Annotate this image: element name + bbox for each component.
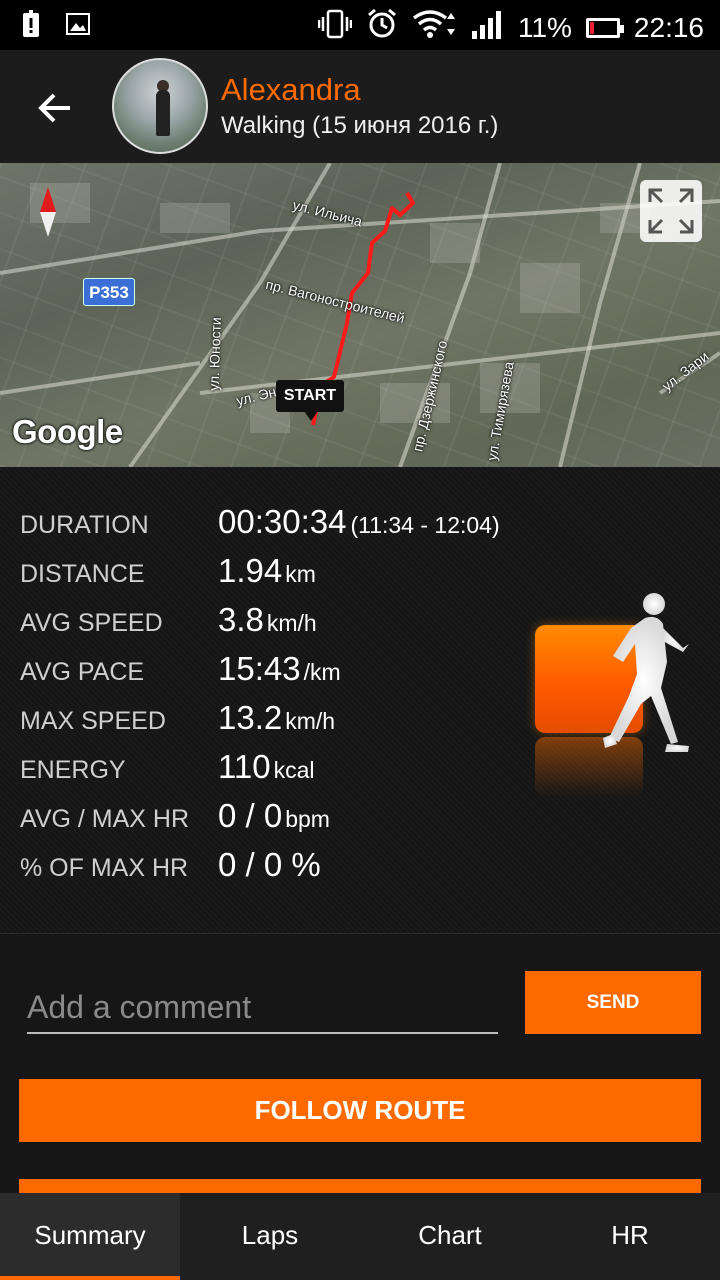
comment-section: SEND FOLLOW ROUTE bbox=[0, 934, 720, 1194]
expand-icon bbox=[648, 188, 694, 234]
stat-unit: kcal bbox=[273, 757, 315, 783]
stat-label: DISTANCE bbox=[20, 560, 145, 588]
stat-duration: DURATION 00:30:34 (11:34 - 12:04) bbox=[20, 503, 540, 543]
activity-header: Alexandra Walking (15 июня 2016 г.) bbox=[0, 50, 720, 163]
battery-percent: 11% bbox=[517, 11, 572, 43]
secondary-action-button[interactable] bbox=[19, 1179, 701, 1194]
stat-energy: ENERGY 110 kcal bbox=[20, 748, 540, 788]
vibrate-icon bbox=[317, 9, 353, 46]
fullscreen-button[interactable] bbox=[640, 180, 702, 242]
stat-hr-percent: % OF MAX HR 0 / 0 % bbox=[20, 846, 540, 886]
comment-input[interactable] bbox=[27, 982, 498, 1034]
road-sign: P353 bbox=[83, 278, 135, 306]
signal-icon bbox=[470, 9, 504, 46]
follow-route-button[interactable]: FOLLOW ROUTE bbox=[19, 1079, 701, 1142]
back-button[interactable] bbox=[34, 86, 78, 130]
stat-avg-speed: AVG SPEED 3.8 km/h bbox=[20, 601, 540, 641]
tab-chart[interactable]: Chart bbox=[360, 1193, 540, 1280]
stat-hr: AVG / MAX HR 0 / 0 bpm bbox=[20, 797, 540, 837]
stat-value: 0 / 0 % bbox=[218, 846, 321, 883]
stat-unit: km/h bbox=[285, 708, 336, 734]
stat-value: 13.2 km/h bbox=[218, 699, 336, 736]
stat-unit: km bbox=[285, 561, 316, 587]
avatar[interactable] bbox=[112, 58, 208, 154]
bottom-tab-bar: Summary Laps Chart HR bbox=[0, 1193, 720, 1280]
street-label: ул. Юности bbox=[205, 316, 225, 392]
walking-activity-icon bbox=[533, 592, 698, 802]
stat-value: 0 / 0 bpm bbox=[218, 797, 330, 834]
stat-value: 110 kcal bbox=[218, 748, 315, 785]
alert-icon bbox=[22, 10, 40, 43]
stat-label: ENERGY bbox=[20, 756, 126, 784]
stat-value: 00:30:34 (11:34 - 12:04) bbox=[218, 503, 500, 540]
stat-distance: DISTANCE 1.94 km bbox=[20, 552, 540, 592]
stat-label: % OF MAX HR bbox=[20, 854, 189, 882]
stat-unit: km/h bbox=[266, 610, 317, 636]
stat-value: 15:43/km bbox=[218, 650, 341, 687]
stats-panel: DURATION 00:30:34 (11:34 - 12:04) DISTANC… bbox=[0, 467, 720, 933]
stat-unit: bpm bbox=[285, 806, 330, 832]
tab-hr[interactable]: HR bbox=[540, 1193, 720, 1280]
stat-time-range: (11:34 - 12:04) bbox=[350, 512, 500, 538]
stat-label: DURATION bbox=[20, 511, 149, 539]
google-logo: Google bbox=[12, 413, 123, 450]
tab-laps[interactable]: Laps bbox=[180, 1193, 360, 1280]
arrow-left-icon bbox=[38, 93, 70, 123]
stat-avg-pace: AVG PACE 15:43/km bbox=[20, 650, 540, 690]
clock: 22:16 bbox=[633, 11, 704, 43]
stat-label: MAX SPEED bbox=[20, 707, 166, 735]
stat-unit: /km bbox=[303, 659, 341, 685]
compass-icon[interactable] bbox=[38, 187, 58, 237]
stat-label: AVG PACE bbox=[20, 658, 145, 686]
stat-label: AVG SPEED bbox=[20, 609, 163, 637]
start-marker: START bbox=[276, 380, 344, 421]
tab-summary[interactable]: Summary bbox=[0, 1193, 180, 1280]
battery-icon bbox=[585, 17, 624, 38]
user-name[interactable]: Alexandra bbox=[221, 72, 361, 108]
stat-max-speed: MAX SPEED 13.2 km/h bbox=[20, 699, 540, 739]
stat-value: 1.94 km bbox=[218, 552, 316, 589]
wifi-icon bbox=[412, 9, 456, 46]
activity-subtitle: Walking (15 июня 2016 г.) bbox=[221, 112, 499, 139]
stat-label: AVG / MAX HR bbox=[20, 805, 190, 833]
status-bar: 11% 22:16 bbox=[0, 0, 720, 50]
image-icon bbox=[66, 13, 90, 40]
alarm-icon bbox=[366, 8, 398, 47]
send-button[interactable]: SEND bbox=[525, 971, 701, 1034]
stat-value: 3.8 km/h bbox=[218, 601, 317, 638]
route-map[interactable]: ул. Ильича пр. Вагоностроителей ул. Юнос… bbox=[0, 163, 720, 467]
